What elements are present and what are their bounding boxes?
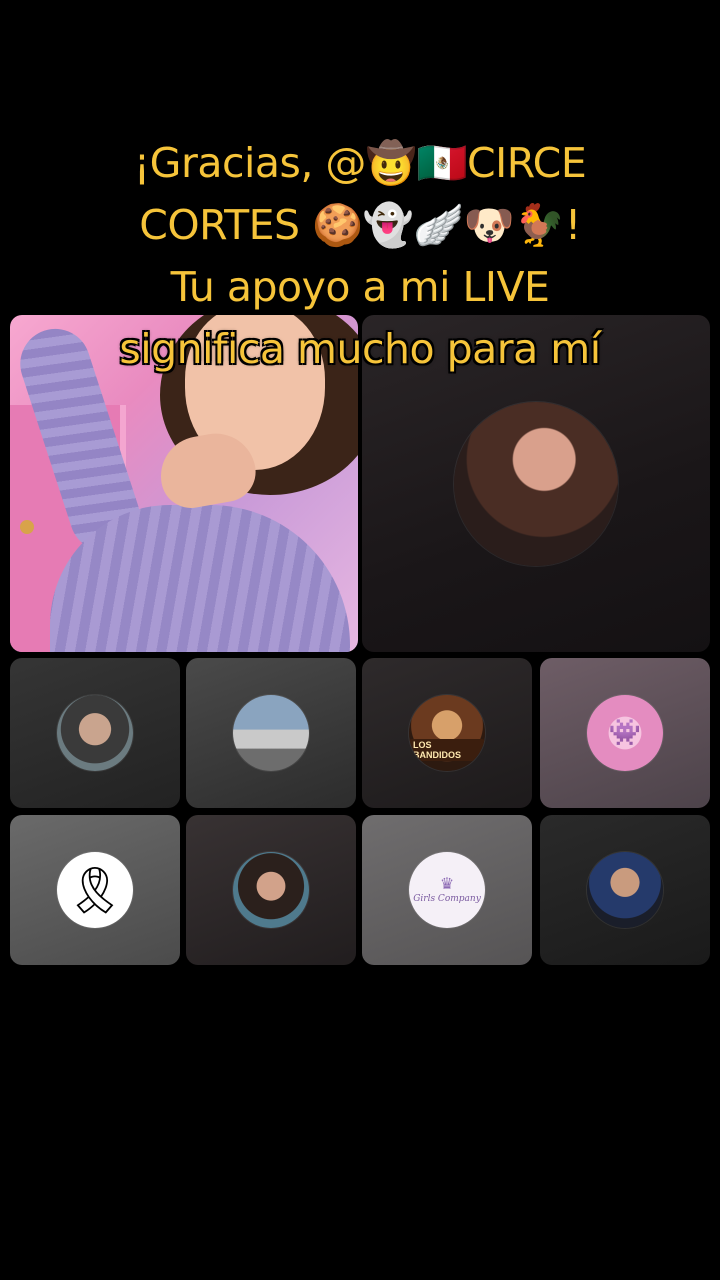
guest-tile-1[interactable] xyxy=(10,658,180,808)
guest-avatar-7: ♛ Girls Company xyxy=(409,852,485,928)
caption-line-4: significa mucho para mí xyxy=(119,325,601,373)
thank-you-caption: ¡Gracias, @🤠🇲🇽CIRCE CORTES 🍪👻🪽🐶🐓! Tu apo… xyxy=(0,132,720,380)
bandidos-badge-text: LOS BANDIDOS xyxy=(409,739,485,761)
guest-avatar-6 xyxy=(233,852,309,928)
caption-line-1: ¡Gracias, @🤠🇲🇽CIRCE xyxy=(133,139,587,187)
guest-tile-4[interactable]: 👾 xyxy=(540,658,710,808)
woman-portrait-icon xyxy=(233,852,309,928)
guest-avatar-2 xyxy=(233,695,309,771)
girls-company-logo-icon: ♛ Girls Company xyxy=(409,852,485,928)
guest-avatar-4: 👾 xyxy=(587,695,663,771)
mourning-ribbon-icon: 🎗 xyxy=(57,852,133,928)
caption-line-3: Tu apoyo a mi LIVE xyxy=(170,263,550,311)
live-multi-guest-screen: ¡Gracias, @🤠🇲🇽CIRCE CORTES 🍪👻🪽🐶🐓! Tu apo… xyxy=(0,0,720,1280)
man-portrait-icon xyxy=(57,695,133,771)
guest-tile-5[interactable]: 🎗 xyxy=(10,815,180,965)
guest-tile-7[interactable]: ♛ Girls Company xyxy=(362,815,532,965)
man-portrait-icon xyxy=(587,852,663,928)
cohost-avatar xyxy=(454,401,618,566)
guest-avatar-5: 🎗 xyxy=(57,852,133,928)
woman-portrait-icon xyxy=(454,401,618,566)
stitch-avatar-icon: 👾 xyxy=(587,695,663,771)
guest-tile-3[interactable]: LOS BANDIDOS xyxy=(362,658,532,808)
caption-line-2: CORTES 🍪👻🪽🐶🐓! xyxy=(139,201,581,249)
guest-avatar-8 xyxy=(587,852,663,928)
guest-avatar-3: LOS BANDIDOS xyxy=(409,695,485,771)
guest-avatar-1 xyxy=(57,695,133,771)
guest-tile-2[interactable] xyxy=(186,658,356,808)
pickup-truck-icon xyxy=(233,695,309,771)
guest-tile-8[interactable] xyxy=(540,815,710,965)
los-bandidos-badge-icon: LOS BANDIDOS xyxy=(409,695,485,771)
guest-tile-6[interactable] xyxy=(186,815,356,965)
